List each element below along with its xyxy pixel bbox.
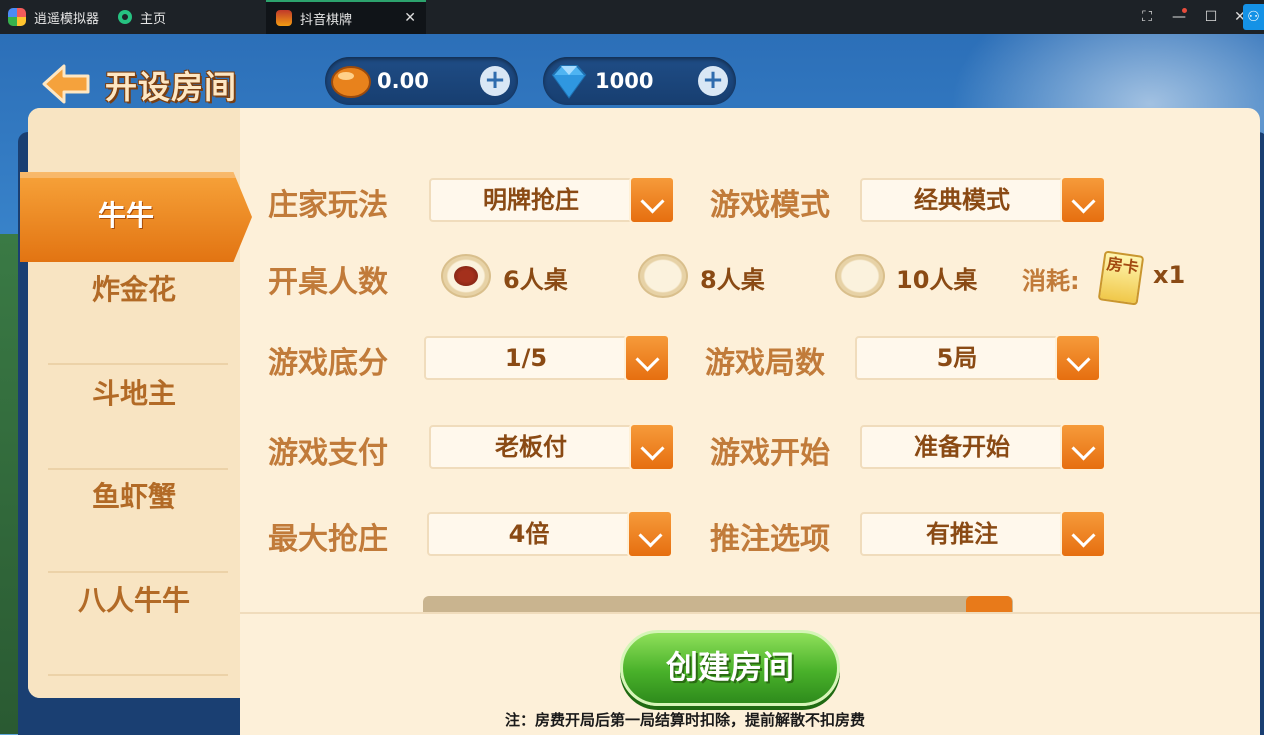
emulator-app-tab[interactable]: 逍遥模拟器 [8, 0, 113, 34]
add-gems-button[interactable]: + [698, 66, 728, 96]
chevron-down-icon[interactable] [629, 176, 675, 224]
beans-value: 0.00 [377, 69, 429, 93]
sidebar-item-yuxiaxie[interactable]: 鱼虾蟹 [28, 445, 240, 549]
maximize-icon[interactable]: ☐ [1200, 6, 1222, 28]
partial-select-field [423, 596, 1013, 612]
room-fee-note: 注：房费开局后第一局结算时扣除，提前解散不扣房费 [505, 711, 866, 729]
payment-label: 游戏支付 [268, 436, 388, 471]
chevron-down-icon[interactable] [1060, 423, 1106, 471]
chevron-down-icon[interactable] [624, 334, 670, 382]
tab-game-label: 抖音棋牌 [300, 12, 353, 28]
payment-select[interactable]: 老板付 [429, 423, 675, 471]
back-arrow-icon[interactable] [42, 64, 90, 104]
chevron-down-icon[interactable] [1055, 334, 1101, 382]
tab-home-label: 主页 [140, 11, 167, 27]
chevron-down-icon[interactable] [1060, 510, 1106, 558]
radio-8-players-label[interactable]: 8人桌 [700, 260, 765, 295]
push-bet-select[interactable]: 有推注 [860, 510, 1106, 558]
banker-mode-select[interactable]: 明牌抢庄 [429, 176, 675, 224]
sidebar-item-niuniu[interactable]: 牛牛 [20, 172, 252, 262]
radio-6-players[interactable] [441, 254, 491, 298]
diamond-icon [551, 65, 587, 99]
payment-value: 老板付 [495, 433, 567, 461]
gems-balance: 1000 + [543, 57, 736, 105]
max-grab-value: 4倍 [508, 520, 550, 548]
sidebar-item-bareniuniu[interactable]: 八人牛牛 [28, 549, 240, 653]
game-mode-label: 游戏模式 [710, 188, 830, 223]
home-icon [118, 10, 132, 24]
game-app-icon [276, 10, 292, 26]
banker-mode-value: 明牌抢庄 [483, 186, 579, 214]
tab-home[interactable]: 主页 [118, 0, 258, 34]
tab-game[interactable]: 抖音棋牌 ✕ [266, 0, 426, 34]
cost-label: 消耗: [1022, 267, 1080, 295]
emulator-app-name: 逍遥模拟器 [34, 11, 100, 27]
room-card-icon: 房卡 [1097, 250, 1145, 306]
rounds-select[interactable]: 5局 [855, 334, 1101, 382]
game-mode-value: 经典模式 [914, 186, 1010, 214]
tab-close-icon[interactable]: ✕ [404, 10, 416, 26]
radio-10-players[interactable] [835, 254, 885, 298]
chevron-down-icon [966, 596, 1012, 612]
radio-8-players[interactable] [638, 254, 688, 298]
banker-mode-label: 庄家玩法 [268, 188, 388, 223]
push-bet-value: 有推注 [926, 520, 998, 548]
rounds-value: 5局 [936, 344, 978, 372]
start-label: 游戏开始 [710, 436, 830, 471]
emulator-logo-icon [8, 8, 26, 26]
rounds-label: 游戏局数 [705, 346, 825, 381]
start-value: 准备开始 [914, 433, 1010, 461]
notification-dot [1182, 8, 1187, 13]
side-toolbar-icon[interactable]: ⚇ [1243, 4, 1264, 30]
scrolled-settings-row[interactable] [268, 596, 1264, 612]
max-grab-select[interactable]: 4倍 [427, 510, 673, 558]
chevron-down-icon[interactable] [627, 510, 673, 558]
base-score-label: 游戏底分 [268, 346, 388, 381]
emulator-titlebar: 逍遥模拟器 主页 抖音棋牌 ✕ ⛶ — ☐ ✕ ⚇ [0, 0, 1264, 34]
table-size-label: 开桌人数 [268, 265, 388, 300]
chevron-down-icon[interactable] [1060, 176, 1106, 224]
sidebar-divider [48, 674, 228, 676]
max-grab-label: 最大抢庄 [268, 522, 388, 557]
base-score-select[interactable]: 1/5 [424, 334, 670, 382]
radio-10-players-label[interactable]: 10人桌 [896, 260, 977, 295]
base-score-value: 1/5 [504, 344, 548, 372]
start-select[interactable]: 准备开始 [860, 423, 1106, 471]
gems-value: 1000 [595, 69, 654, 93]
bean-icon [331, 66, 371, 98]
radio-6-players-label[interactable]: 6人桌 [503, 260, 568, 295]
push-bet-label: 推注选项 [710, 522, 830, 557]
fullscreen-icon[interactable]: ⛶ [1136, 6, 1158, 28]
cost-count: x1 [1153, 261, 1186, 289]
sidebar-item-doudizhu[interactable]: 斗地主 [28, 342, 240, 446]
page-title: 开设房间 [105, 68, 238, 106]
beans-balance: 0.00 + [325, 57, 518, 105]
chevron-down-icon[interactable] [629, 423, 675, 471]
create-room-button[interactable]: 创建房间 [620, 630, 840, 706]
add-beans-button[interactable]: + [480, 66, 510, 96]
game-mode-select[interactable]: 经典模式 [860, 176, 1106, 224]
